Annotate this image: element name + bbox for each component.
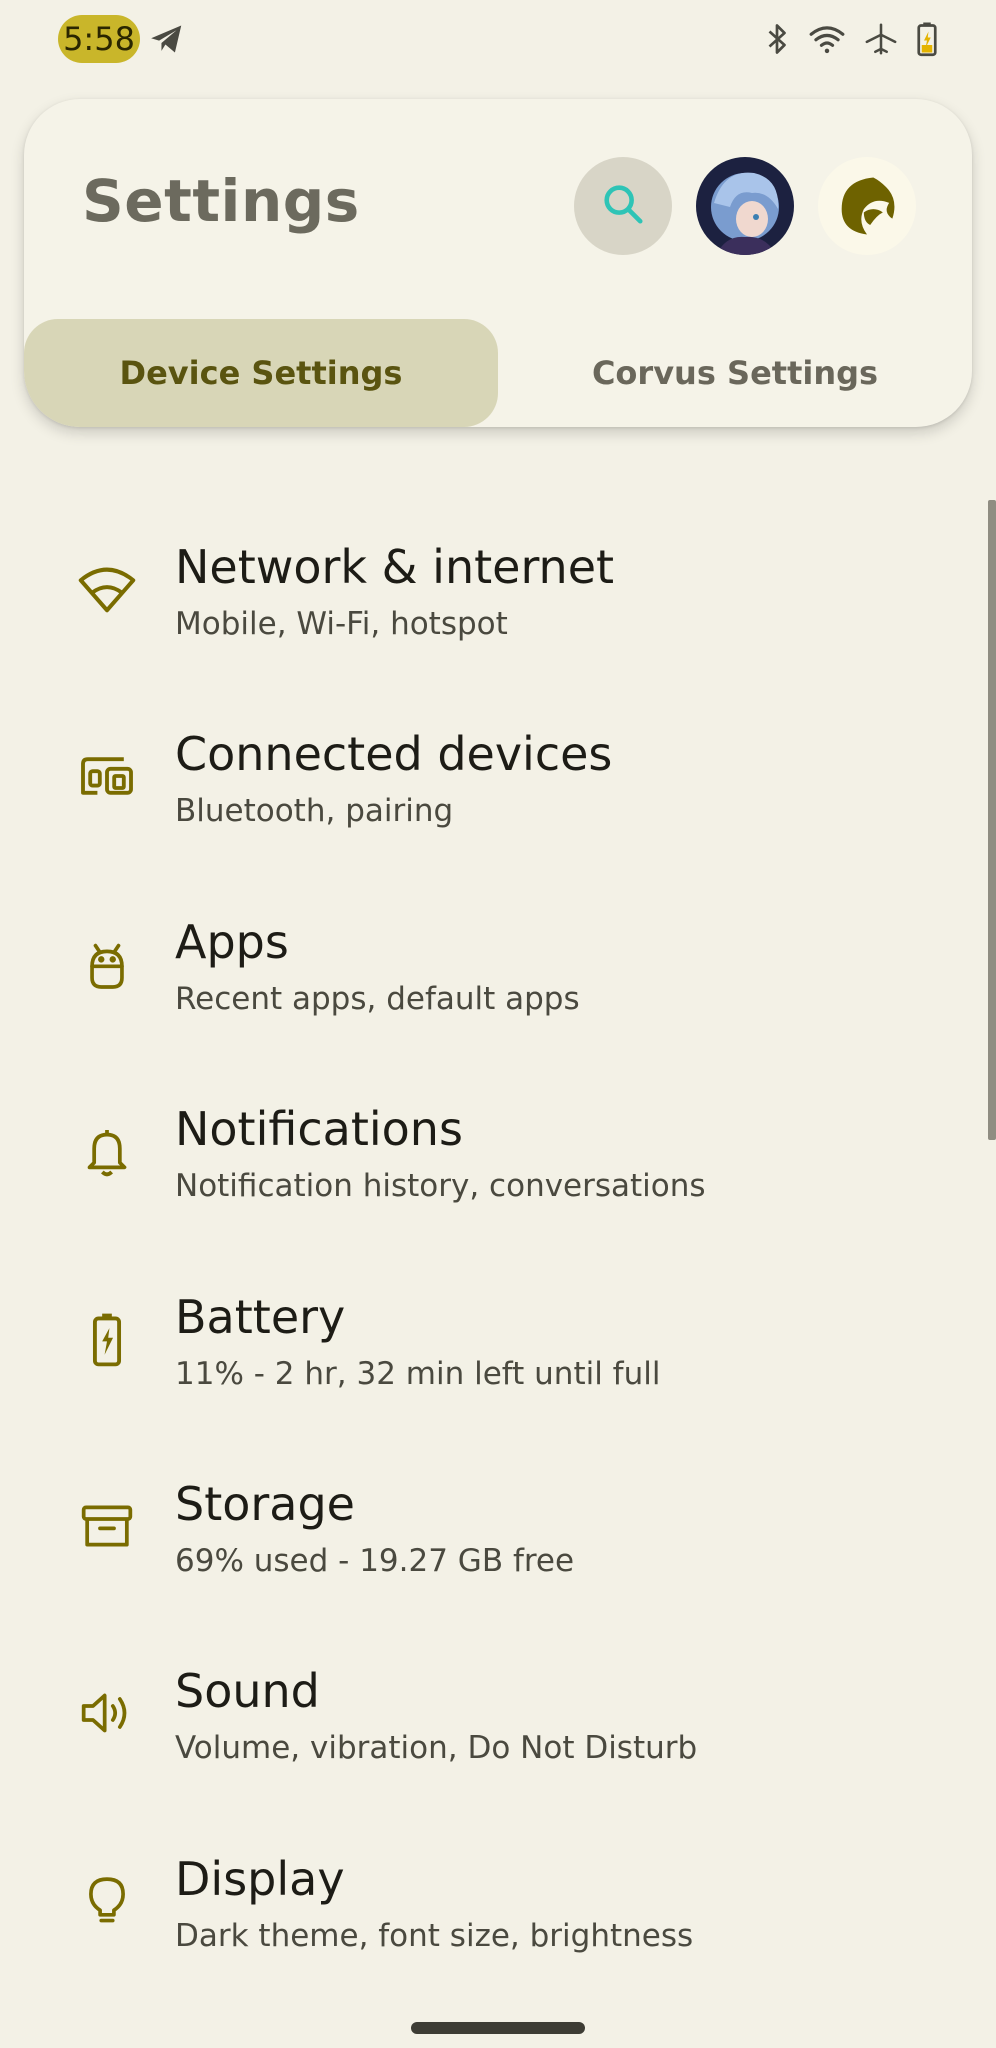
setting-subtitle: Recent apps, default apps — [175, 980, 580, 1017]
setting-subtitle: 11% - 2 hr, 32 min left until full — [175, 1355, 661, 1392]
tab-corvus-settings[interactable]: Corvus Settings — [498, 319, 972, 427]
user-avatar[interactable] — [696, 157, 794, 255]
home-indicator[interactable] — [411, 2022, 585, 2034]
setting-subtitle: Mobile, Wi-Fi, hotspot — [175, 606, 508, 642]
telegram-icon — [148, 20, 186, 58]
airplane-mode-icon — [864, 21, 898, 57]
setting-title: Notifications — [175, 1102, 463, 1157]
setting-display[interactable]: Display Dark theme, font size, brightnes… — [0, 1832, 996, 2019]
corvus-logo[interactable] — [818, 157, 916, 255]
page-title: Settings — [82, 167, 360, 235]
lightbulb-icon — [72, 1866, 142, 1936]
setting-subtitle: Bluetooth, pairing — [175, 793, 454, 830]
status-icons — [764, 20, 938, 58]
bluetooth-icon — [764, 21, 790, 57]
setting-title: Apps — [175, 914, 289, 969]
setting-apps[interactable]: Apps Recent apps, default apps — [0, 895, 996, 1082]
wifi-icon — [808, 23, 846, 55]
setting-subtitle: Dark theme, font size, brightness — [175, 1917, 694, 1954]
setting-sound[interactable]: Sound Volume, vibration, Do Not Disturb — [0, 1644, 996, 1831]
setting-subtitle: Volume, vibration, Do Not Disturb — [175, 1730, 698, 1767]
setting-title: Network & internet — [175, 540, 615, 594]
setting-title: Display — [175, 1851, 345, 1906]
settings-header: Settings Device Settings Corvus Settings — [24, 99, 972, 427]
bell-icon — [72, 1116, 142, 1186]
status-bar: 5:58 — [0, 0, 996, 78]
battery-icon — [72, 1304, 142, 1374]
volume-icon — [72, 1678, 142, 1748]
setting-title: Battery — [175, 1289, 346, 1344]
setting-network-internet[interactable]: Network & internet Mobile, Wi-Fi, hotspo… — [0, 520, 996, 707]
wifi-icon — [72, 554, 142, 624]
devices-icon — [72, 741, 142, 811]
setting-title: Storage — [175, 1476, 355, 1531]
setting-title: Sound — [175, 1664, 320, 1719]
search-icon — [600, 181, 646, 231]
setting-subtitle: 69% used - 19.27 GB free — [175, 1542, 575, 1579]
setting-subtitle: Notification history, conversations — [175, 1168, 706, 1205]
setting-battery[interactable]: Battery 11% - 2 hr, 32 min left until fu… — [0, 1270, 996, 1457]
storage-icon — [72, 1491, 142, 1561]
settings-list: Network & internet Mobile, Wi-Fi, hotspo… — [0, 520, 996, 2019]
setting-storage[interactable]: Storage 69% used - 19.27 GB free — [0, 1457, 996, 1644]
setting-connected-devices[interactable]: Connected devices Bluetooth, pairing — [0, 707, 996, 894]
tab-device-settings[interactable]: Device Settings — [24, 319, 498, 427]
search-button[interactable] — [574, 157, 672, 255]
status-clock: 5:58 — [58, 15, 140, 63]
setting-notifications[interactable]: Notifications Notification history, conv… — [0, 1082, 996, 1269]
battery-charging-icon — [916, 21, 938, 57]
android-icon — [72, 929, 142, 999]
setting-title: Connected devices — [175, 727, 613, 782]
